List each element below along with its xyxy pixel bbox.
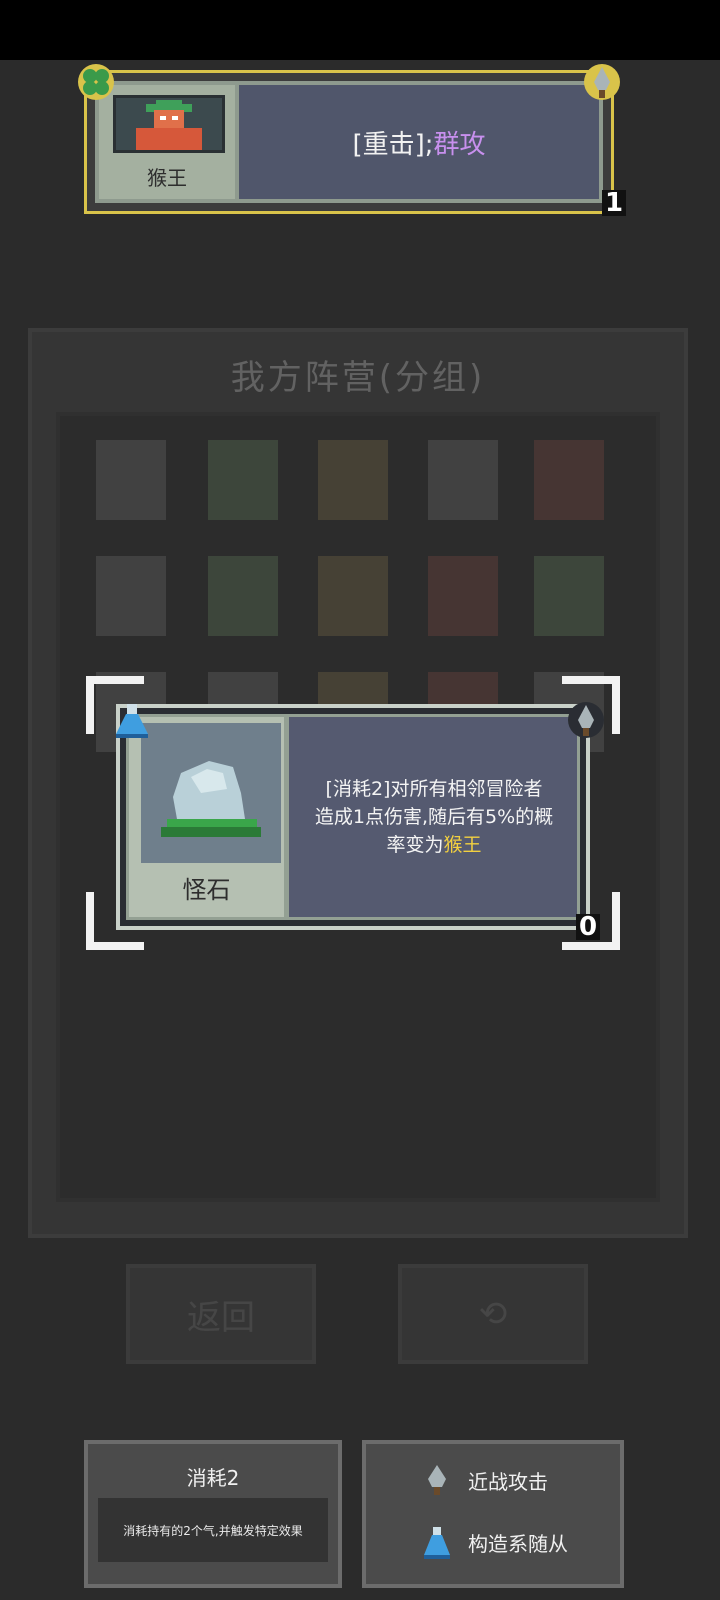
top-unit-card: 猴王 [重击]; 群攻 xyxy=(84,70,614,214)
selected-card-inner: 怪石 [消耗2]对所有相邻冒险者 造成1点伤害,随后有5%的概 率变为猴王 xyxy=(126,714,580,920)
refresh-icon: ⟲ xyxy=(478,1294,508,1334)
keyword-description: 消耗持有的2个气,并触发特定效果 xyxy=(98,1498,328,1562)
flask-icon xyxy=(112,700,152,740)
tag-label: 近战攻击 xyxy=(468,1469,548,1494)
unit-slot xyxy=(96,556,166,636)
back-button[interactable]: 返回 xyxy=(126,1264,316,1364)
unit-slot xyxy=(534,440,604,520)
tag-info-box: 近战攻击 构造系随从 xyxy=(362,1440,624,1588)
unit-slot xyxy=(208,556,278,636)
top-card-portrait: 猴王 xyxy=(99,85,239,199)
unit-slot xyxy=(318,556,388,636)
top-card-name: 猴王 xyxy=(147,166,187,190)
clover-icon xyxy=(76,62,116,102)
selected-card-name: 怪石 xyxy=(182,876,231,904)
selected-card-count: 0 xyxy=(576,914,601,940)
effect-line-3-highlight: 猴王 xyxy=(443,834,482,856)
unit-slot xyxy=(208,440,278,520)
refresh-button[interactable]: ⟲ xyxy=(398,1264,588,1364)
sword-icon xyxy=(582,62,622,102)
unit-slot xyxy=(428,440,498,520)
top-card-inner: 猴王 [重击]; 群攻 xyxy=(95,81,603,203)
sword-icon xyxy=(566,700,606,740)
keyword-info-box: 消耗2 消耗持有的2个气,并触发特定效果 xyxy=(84,1440,342,1588)
tag-melee: 近战攻击 xyxy=(422,1460,548,1500)
sword-icon xyxy=(422,1463,452,1497)
unit-slot xyxy=(318,440,388,520)
tag-construct: 构造系随从 xyxy=(422,1522,568,1562)
selected-card-effect: [消耗2]对所有相邻冒险者 造成1点伤害,随后有5%的概 率变为猴王 xyxy=(291,717,577,917)
top-card-effect: [重击]; 群攻 xyxy=(239,85,599,199)
flask-icon xyxy=(422,1525,452,1559)
effect-line-3: 率变为 xyxy=(386,834,444,856)
strange-rock-portrait xyxy=(141,723,281,863)
monkey-king-portrait xyxy=(113,95,225,153)
top-card-effect-text: [重击]; xyxy=(352,129,434,160)
camp-panel-title: 我方阵营(分组) xyxy=(230,358,486,398)
selected-card-portrait: 怪石 xyxy=(129,717,289,917)
unit-slot xyxy=(96,440,166,520)
top-card-count: 1 xyxy=(602,190,627,216)
top-card-effect-highlight: 群攻 xyxy=(433,129,486,160)
unit-slot xyxy=(428,556,498,636)
keyword-title: 消耗2 xyxy=(186,1466,240,1490)
unit-slot xyxy=(534,556,604,636)
status-bar xyxy=(0,0,720,60)
effect-line-2: 造成1点伤害,随后有5%的概 xyxy=(314,806,554,828)
tag-label: 构造系随从 xyxy=(468,1531,568,1556)
selected-unit-card[interactable]: 怪石 [消耗2]对所有相邻冒险者 造成1点伤害,随后有5%的概 率变为猴王 xyxy=(116,704,590,930)
effect-line-1: [消耗2]对所有相邻冒险者 xyxy=(325,778,543,800)
